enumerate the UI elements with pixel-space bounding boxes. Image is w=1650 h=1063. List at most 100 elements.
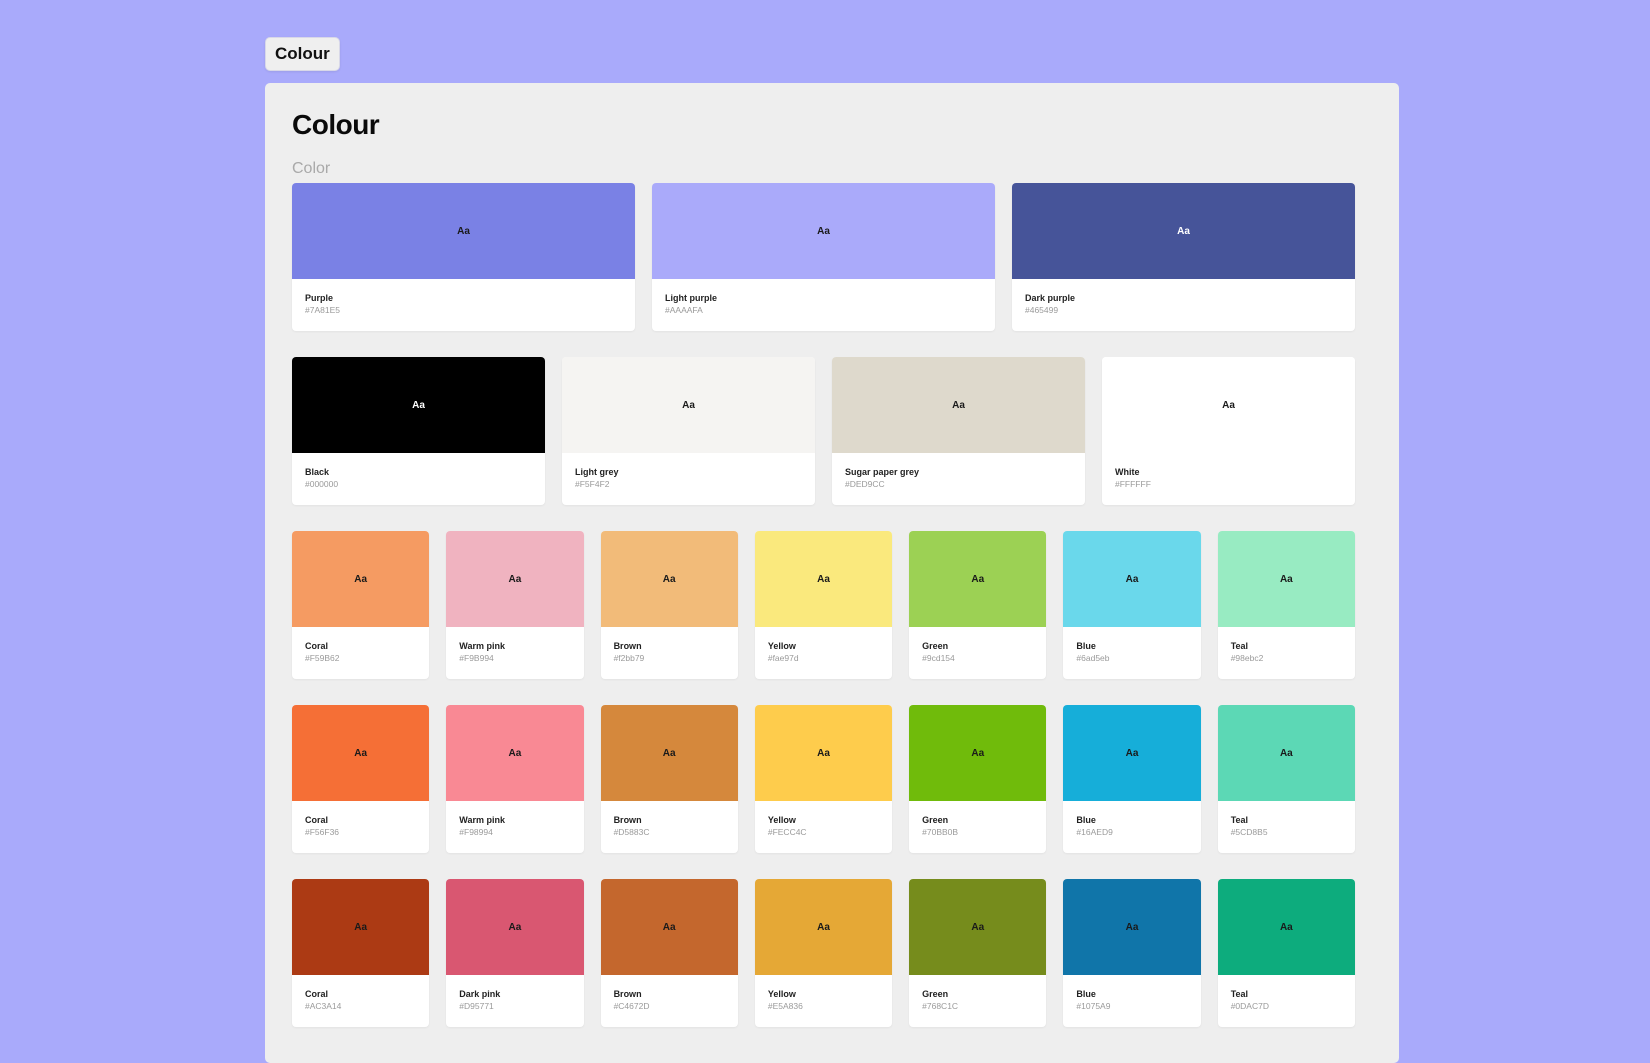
color-card[interactable]: Aa Dark purple #465499 — [1012, 183, 1355, 331]
color-card[interactable]: Aa Brown #f2bb79 — [600, 531, 738, 679]
color-hex: #fae97d — [767, 653, 799, 663]
color-card-info: Green #9cd154 — [909, 627, 1046, 664]
color-swatch: Aa — [1063, 531, 1201, 627]
swatch-sample-text: Aa — [1279, 573, 1293, 585]
swatch-sample-text: Aa — [952, 399, 965, 411]
color-card[interactable]: Aa Yellow #fae97d — [754, 531, 893, 679]
color-card[interactable]: Aa Brown #D5883C — [600, 705, 738, 853]
color-hex: #000000 — [305, 479, 339, 489]
color-card-info: Brown #D5883C — [601, 801, 738, 838]
color-name: Light purple — [665, 293, 717, 303]
color-name: Coral — [305, 815, 329, 825]
color-card-info: Brown #C4672D — [601, 975, 738, 1012]
color-card[interactable]: Aa Light purple #AAAAFA — [652, 183, 995, 331]
color-card[interactable]: Aa Yellow #E5A836 — [754, 879, 893, 1027]
color-card-info: Dark purple #465499 — [1012, 279, 1355, 316]
color-hex: #FECC4C — [767, 827, 807, 837]
color-name: Blue — [1076, 815, 1096, 825]
color-card-info: Teal #5CD8B5 — [1218, 801, 1355, 838]
color-name: Yellow — [767, 641, 796, 651]
color-card-info: Coral #F59B62 — [292, 627, 429, 664]
color-card[interactable]: Aa Coral #F56F36 — [292, 705, 430, 853]
color-hex: #E5A836 — [767, 1001, 803, 1011]
swatch-grid: Aa Purple #7A81E5 Aa Light purple #AAAAFA Aa Da… — [292, 183, 1355, 1027]
color-hex: #F56F36 — [305, 827, 340, 837]
color-name: Warm pink — [459, 815, 505, 825]
color-card[interactable]: Aa Teal #0DAC7D — [1217, 879, 1355, 1027]
color-name: Light grey — [575, 467, 619, 477]
color-swatch: Aa — [600, 879, 738, 975]
color-hex: #DED9CC — [845, 479, 885, 489]
swatch-sample-text: Aa — [354, 573, 368, 585]
color-card[interactable]: Aa Teal #98ebc2 — [1217, 531, 1355, 679]
color-hex: #FFFFFF — [1115, 479, 1151, 489]
color-card-info: Yellow #E5A836 — [755, 975, 892, 1012]
color-name: Purple — [305, 293, 334, 303]
color-card[interactable]: Aa Blue #6ad5eb — [1063, 531, 1201, 679]
color-swatch: Aa — [1217, 879, 1355, 975]
color-swatch: Aa — [446, 531, 584, 627]
swatch-sample-text: Aa — [508, 921, 522, 933]
color-card[interactable]: Aa Purple #7A81E5 — [292, 183, 635, 331]
color-card[interactable]: Aa Dark pink #D95771 — [446, 879, 584, 1027]
color-name: Yellow — [767, 989, 796, 999]
color-name: White — [1115, 467, 1140, 477]
color-card-info: Teal #98ebc2 — [1218, 627, 1355, 664]
color-card[interactable]: Aa Blue #16AED9 — [1063, 705, 1201, 853]
color-card-info: Light grey #F5F4F2 — [562, 453, 815, 490]
color-card-info: Dark pink #D95771 — [446, 975, 583, 1012]
swatch-sample-text: Aa — [1125, 573, 1139, 585]
color-card[interactable]: Aa Blue #1075A9 — [1063, 879, 1201, 1027]
swatch-row: Aa Coral #F56F36 Aa Warm pink #F98994 Aa Brown #… — [292, 705, 1355, 853]
color-hex: #9cd154 — [922, 653, 955, 663]
color-card[interactable]: Aa Warm pink #F98994 — [446, 705, 584, 853]
color-name: Dark pink — [459, 989, 501, 999]
color-card[interactable]: Aa White #FFFFFF — [1102, 357, 1355, 505]
color-name: Coral — [305, 989, 329, 999]
swatch-sample-text: Aa — [1177, 225, 1190, 237]
swatch-sample-text: Aa — [817, 573, 830, 585]
color-card[interactable]: Aa Black #000000 — [292, 357, 545, 505]
color-card[interactable]: Aa Coral #AC3A14 — [292, 879, 430, 1027]
swatch-row: Aa Coral #AC3A14 Aa Dark pink #D95771 Aa Brown #… — [292, 879, 1355, 1027]
color-name: Green — [922, 815, 949, 825]
swatch-sample-text: Aa — [412, 399, 425, 411]
color-swatch: Aa — [909, 531, 1047, 627]
color-swatch: Aa — [652, 183, 995, 279]
color-name: Coral — [305, 641, 329, 651]
color-card-info: Coral #AC3A14 — [292, 975, 429, 1012]
tab-colour[interactable]: Colour — [265, 37, 340, 71]
page-title: Colour — [292, 109, 380, 140]
color-card-info: Coral #F56F36 — [292, 801, 429, 838]
color-card[interactable]: Aa Brown #C4672D — [600, 879, 738, 1027]
color-card[interactable]: Aa Sugar paper grey #DED9CC — [832, 357, 1085, 505]
color-card[interactable]: Aa Warm pink #F9B994 — [446, 531, 584, 679]
color-card[interactable]: Aa Green #9cd154 — [909, 531, 1047, 679]
color-hex: #C4672D — [613, 1001, 650, 1011]
color-card-info: Yellow #FECC4C — [755, 801, 892, 838]
color-hex: #F59B62 — [305, 653, 340, 663]
swatch-sample-text: Aa — [354, 747, 368, 759]
tab-label: Colour — [275, 44, 330, 63]
color-card[interactable]: Aa Light grey #F5F4F2 — [562, 357, 815, 505]
color-card-info: Black #000000 — [292, 453, 545, 490]
color-hex: #98ebc2 — [1230, 653, 1264, 663]
swatch-row: Aa Black #000000 Aa Light grey #F5F4F2 Aa Sugar… — [292, 357, 1355, 505]
swatch-sample-text: Aa — [817, 921, 830, 933]
color-hex: #768C1C — [922, 1001, 959, 1011]
color-card[interactable]: Aa Coral #F59B62 — [292, 531, 430, 679]
color-name: Teal — [1230, 989, 1249, 999]
color-name: Warm pink — [459, 641, 505, 651]
swatch-sample-text: Aa — [682, 399, 695, 411]
color-hex: #F98994 — [459, 827, 493, 837]
color-hex: #D5883C — [613, 827, 650, 837]
color-card[interactable]: Aa Teal #5CD8B5 — [1217, 705, 1355, 853]
color-swatch: Aa — [600, 705, 738, 801]
color-hex: #D95771 — [459, 1001, 494, 1011]
swatch-sample-text: Aa — [1279, 747, 1293, 759]
color-name: Blue — [1076, 641, 1096, 651]
color-card[interactable]: Aa Green #70BB0B — [909, 705, 1047, 853]
color-card[interactable]: Aa Green #768C1C — [909, 879, 1047, 1027]
color-swatch: Aa — [292, 879, 430, 975]
color-card[interactable]: Aa Yellow #FECC4C — [754, 705, 893, 853]
